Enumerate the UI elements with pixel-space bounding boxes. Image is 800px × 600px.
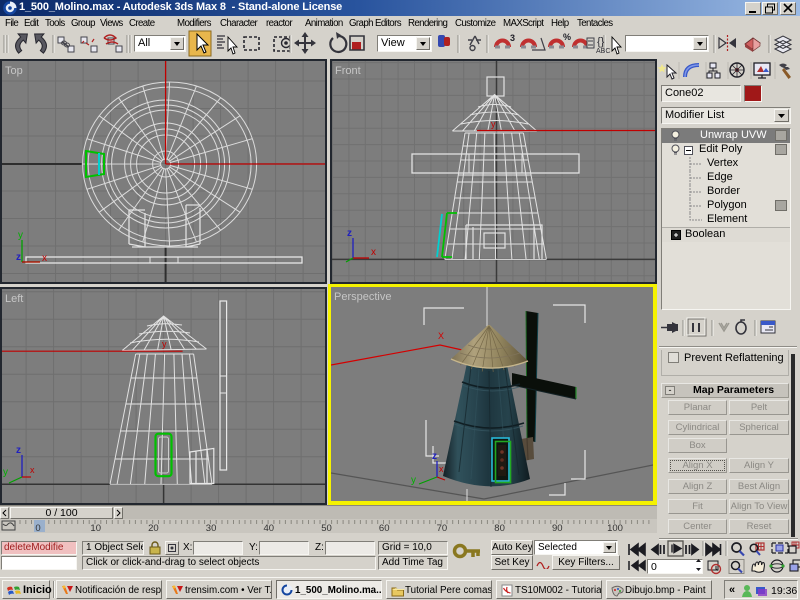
svg-text:20: 20 [148, 523, 159, 533]
svg-text:z: z [347, 228, 352, 239]
svg-text:Top: Top [5, 65, 23, 77]
svg-text:Left: Left [5, 293, 23, 305]
svg-text:ABC: ABC [596, 48, 610, 55]
svg-text:y: y [411, 475, 416, 486]
svg-text:z: z [16, 252, 21, 263]
svg-text:40: 40 [264, 523, 275, 533]
svg-text:y: y [162, 339, 167, 349]
svg-text:10: 10 [90, 523, 101, 533]
svg-text:30: 30 [206, 523, 217, 533]
svg-text:%: % [563, 32, 571, 42]
svg-text:60: 60 [379, 523, 390, 533]
svg-text:3: 3 [510, 33, 515, 43]
svg-text:70: 70 [437, 523, 448, 533]
svg-text:{}: {} [597, 36, 605, 48]
svg-text:z: z [432, 451, 437, 462]
svg-text:x: x [371, 247, 376, 258]
svg-text:y: y [491, 119, 496, 129]
svg-text:X: X [438, 331, 444, 341]
svg-text:y: y [3, 467, 8, 478]
svg-text:x: x [30, 465, 35, 475]
svg-text:50: 50 [321, 523, 332, 533]
svg-text:z: z [16, 445, 21, 456]
svg-text:x: x [439, 464, 444, 474]
svg-text:x: x [42, 253, 47, 264]
svg-text:y: y [18, 230, 23, 241]
svg-text:100: 100 [607, 523, 623, 533]
svg-text:90: 90 [552, 523, 563, 533]
svg-text:0: 0 [35, 523, 40, 533]
svg-text:Perspective: Perspective [334, 291, 391, 303]
svg-text:80: 80 [494, 523, 505, 533]
svg-text:Front: Front [335, 65, 361, 77]
